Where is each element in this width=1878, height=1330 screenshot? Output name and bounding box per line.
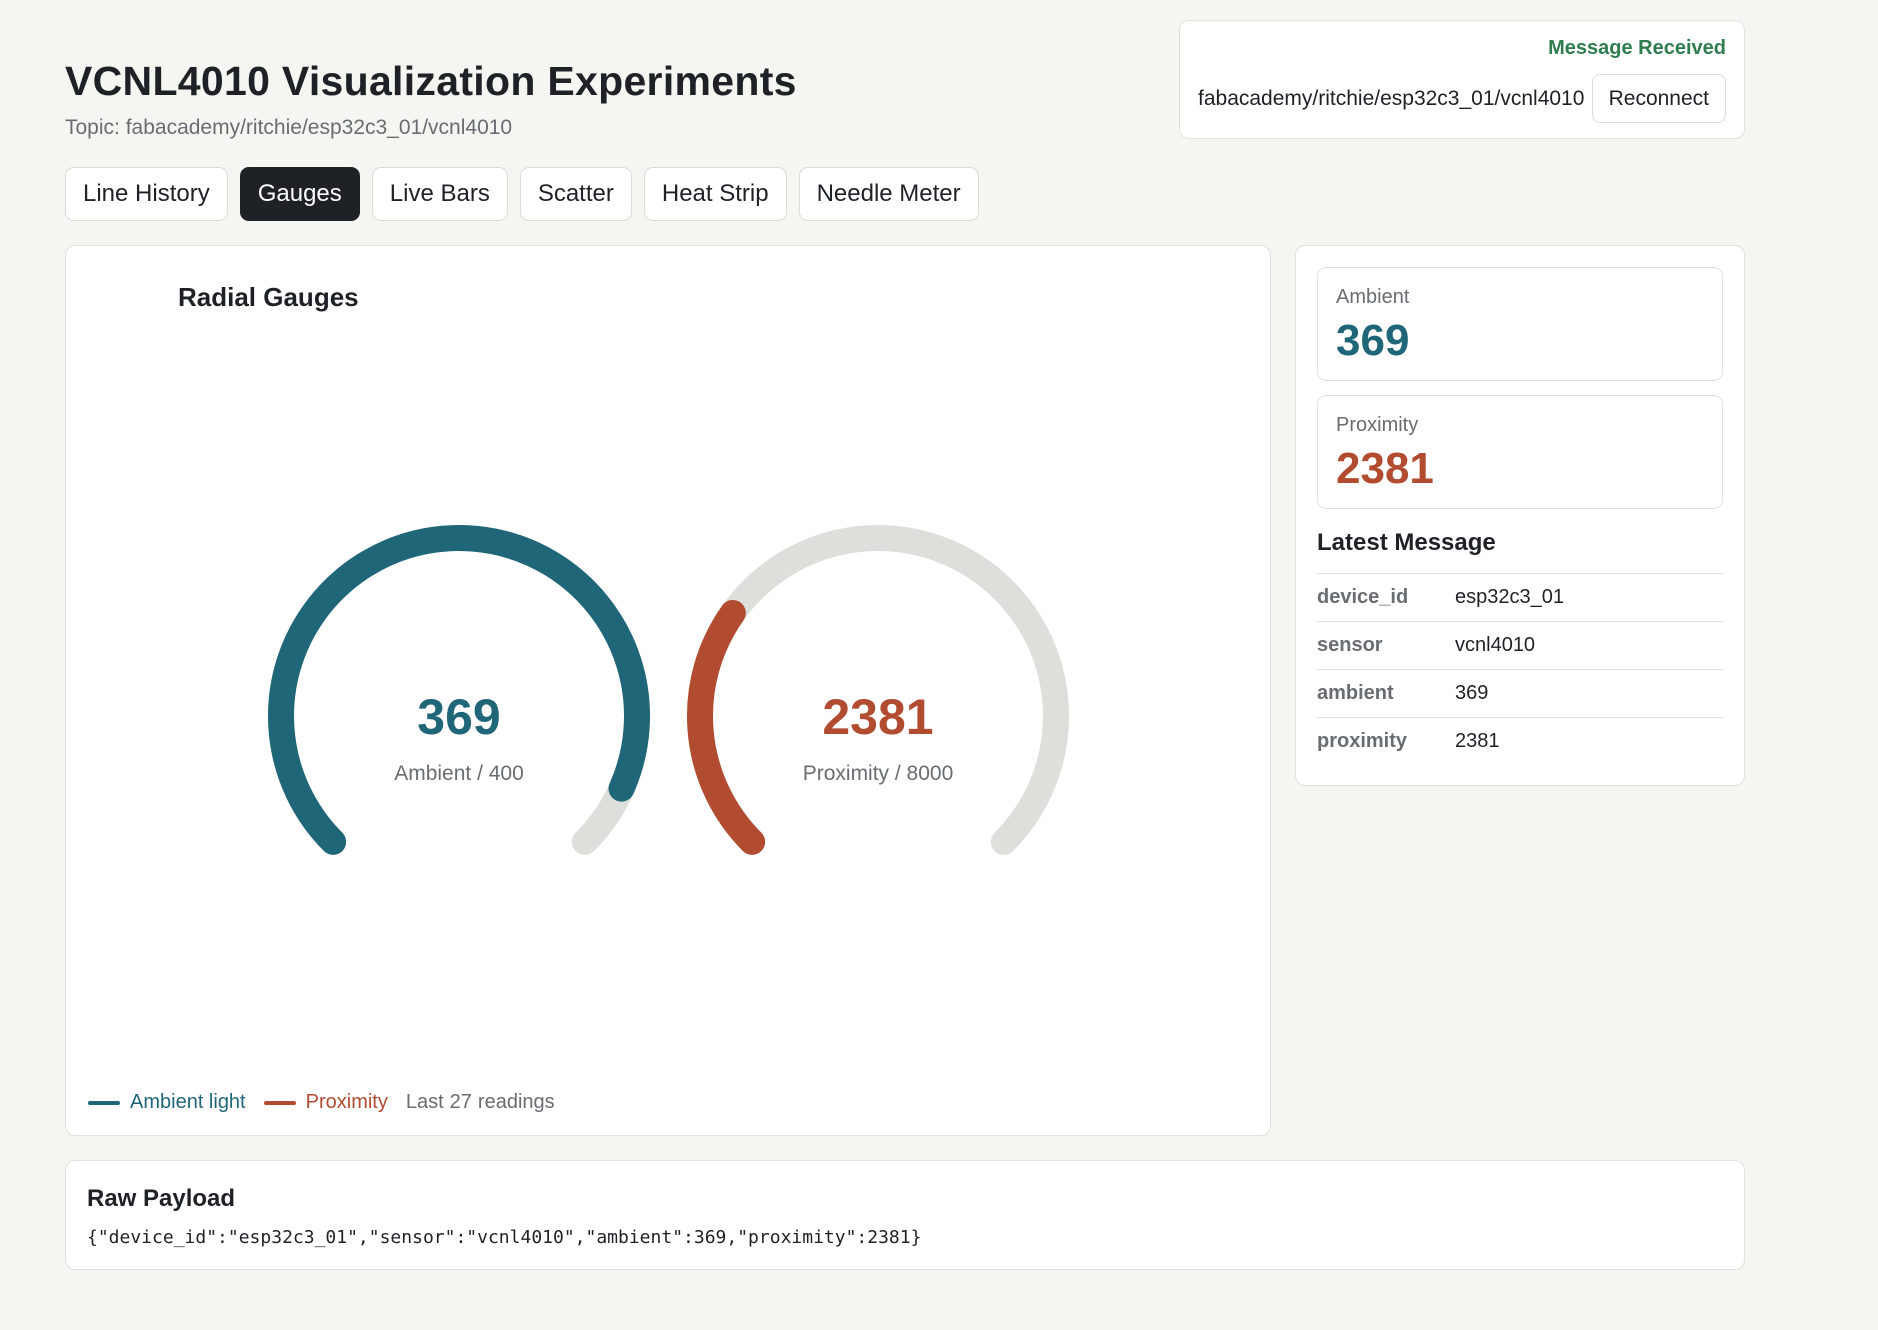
table-row: device_id esp32c3_01 <box>1317 573 1723 622</box>
table-row: ambient 369 <box>1317 669 1723 718</box>
raw-payload-title: Raw Payload <box>87 1185 236 1212</box>
tab-live-bars[interactable]: Live Bars <box>371 167 508 221</box>
tab-gauges[interactable]: Gauges <box>239 167 360 221</box>
connection-topic: fabacademy/ritchie/esp32c3_01/vcnl4010 <box>1198 87 1585 110</box>
row-value: vcnl4010 <box>1455 621 1723 670</box>
legend-reading-count: Last 27 readings <box>406 1091 561 1114</box>
row-key: ambient <box>1317 669 1455 718</box>
tab-needle-meter[interactable]: Needle Meter <box>798 167 979 221</box>
gauge-value-proximity: 2381 <box>822 689 933 745</box>
connection-panel: Message Received fabacademy/ritchie/esp3… <box>1179 20 1745 139</box>
raw-payload-panel: Raw Payload {"device_id":"esp32c3_01","s… <box>65 1160 1745 1270</box>
table-row: proximity 2381 <box>1317 717 1723 766</box>
legend-swatch-proximity <box>263 1100 296 1105</box>
chart-panel: 369 Ambient / 400 2381 Proximity / 8000 Rad… <box>65 245 1271 1136</box>
gauge-value-ambient: 369 <box>417 689 500 745</box>
legend-item-ambient: Ambient light <box>88 1091 246 1114</box>
tab-heat-strip[interactable]: Heat Strip <box>643 167 787 221</box>
gauge-caption-proximity: Proximity / 8000 <box>803 762 954 785</box>
row-key: device_id <box>1317 573 1455 622</box>
legend-count-suffix: readings <box>477 1091 555 1113</box>
sidebar-panel: Ambient 369 Proximity 2381 Latest Messag… <box>1295 245 1745 786</box>
stat-label-proximity: Proximity <box>1336 414 1419 436</box>
tab-scatter[interactable]: Scatter <box>519 167 632 221</box>
stat-value-ambient: 369 <box>1336 316 1410 365</box>
legend-label-proximity: Proximity <box>305 1091 388 1113</box>
row-value: esp32c3_01 <box>1455 573 1723 622</box>
gauges-chart: 369 Ambient / 400 2381 Proximity / 8000 <box>268 525 1069 855</box>
row-value: 369 <box>1455 669 1723 718</box>
legend-item-proximity: Proximity <box>263 1091 388 1114</box>
legend-label-ambient: Ambient light <box>130 1091 246 1113</box>
legend-swatch-ambient <box>88 1100 120 1105</box>
stat-label-ambient: Ambient <box>1336 286 1410 308</box>
chart-legend: Ambient light Proximity Last 27 readings <box>88 1091 561 1114</box>
gauge-caption-ambient: Ambient / 400 <box>394 762 524 785</box>
page-topic: Topic: fabacademy/ritchie/esp32c3_01/vcn… <box>65 116 513 139</box>
row-key: sensor <box>1317 621 1455 670</box>
view-tabs: Line History Gauges Live Bars Scatter He… <box>65 167 979 221</box>
tab-line-history[interactable]: Line History <box>65 167 228 221</box>
row-value: 2381 <box>1455 717 1723 766</box>
stat-value-proximity: 2381 <box>1336 444 1434 493</box>
stat-card-ambient: Ambient 369 <box>1317 267 1723 381</box>
row-key: proximity <box>1317 717 1455 766</box>
legend-count-prefix: Last <box>405 1091 444 1113</box>
raw-payload-text: {"device_id":"esp32c3_01","sensor":"vcnl… <box>87 1227 922 1248</box>
page-title: VCNL4010 Visualization Experiments <box>65 58 797 104</box>
latest-message-title: Latest Message <box>1317 529 1496 556</box>
reconnect-button[interactable]: Reconnect <box>1591 74 1726 123</box>
legend-count-value: 27 <box>449 1091 472 1113</box>
latest-message-table: device_id esp32c3_01 sensor vcnl4010 amb… <box>1317 573 1723 766</box>
gauge-fill-proximity <box>687 599 766 855</box>
table-row: sensor vcnl4010 <box>1317 621 1723 670</box>
connection-status: Message Received <box>1548 37 1726 59</box>
chart-title: Radial Gauges <box>178 282 359 312</box>
stat-card-proximity: Proximity 2381 <box>1317 395 1723 509</box>
